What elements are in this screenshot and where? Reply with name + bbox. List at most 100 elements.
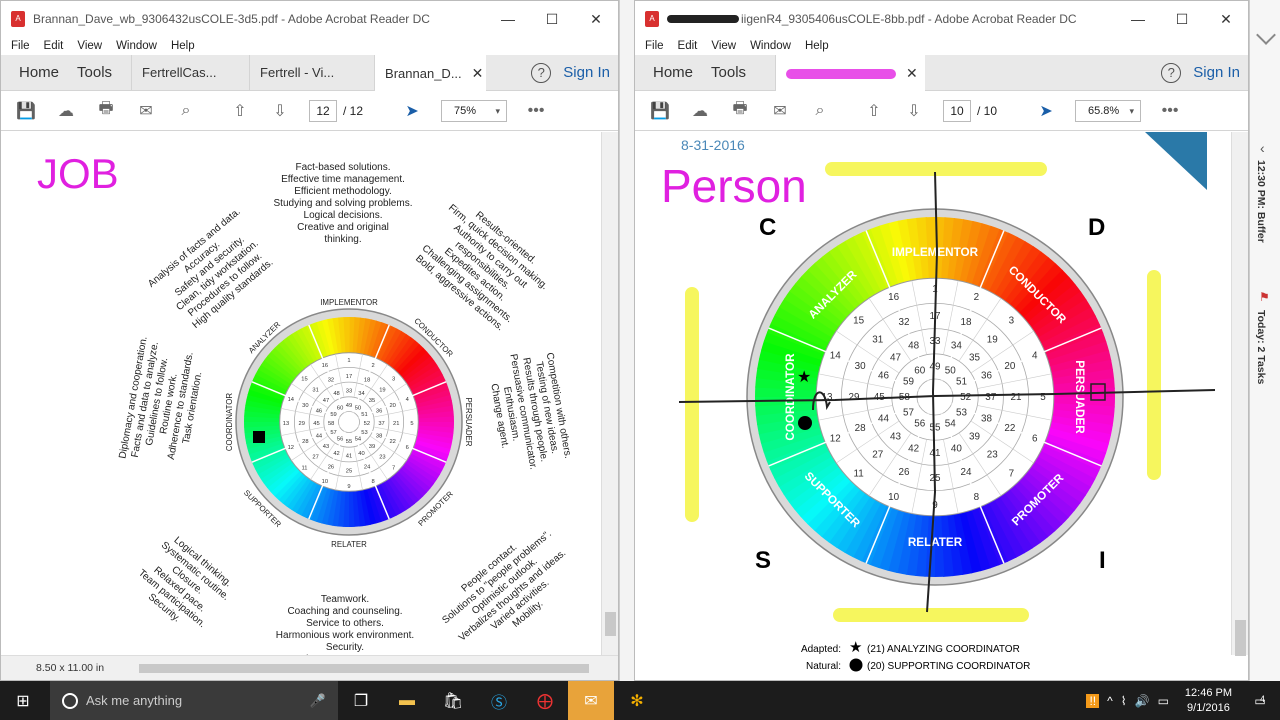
chevron-icon[interactable]: ‹ (1260, 140, 1265, 156)
tab-tools[interactable]: Tools (68, 64, 121, 81)
maximize-icon[interactable]: ☐ (1160, 11, 1204, 28)
close-icon[interactable]: ✕ (1204, 11, 1248, 28)
microphone-icon[interactable]: 🎤 (310, 693, 326, 709)
document-view[interactable]: 8-31-2016 Person C D S I 1 2 3 4 5 6 7 8 9 10 11 12… (635, 132, 1248, 680)
close-icon[interactable]: ✕ (574, 11, 618, 28)
print-icon[interactable]: 🖶 (729, 100, 751, 122)
minimize-icon[interactable]: — (1116, 11, 1160, 27)
tab-document-active[interactable]: Brannan_D... ✕ (374, 54, 487, 91)
file-explorer-icon[interactable]: ▬ (384, 681, 430, 720)
menu-window[interactable]: Window (750, 40, 791, 52)
menu-help[interactable]: Help (805, 40, 829, 52)
collapse-icon[interactable] (1256, 25, 1276, 45)
sign-in-link[interactable]: Sign In (563, 64, 610, 81)
tab-document[interactable]: Fertrell - Vi... (249, 54, 374, 91)
wheel-number: 30 (302, 403, 308, 409)
notification-icon[interactable]: ▭ 4 (1240, 694, 1280, 708)
help-icon[interactable]: ? (1161, 62, 1182, 83)
network-icon[interactable]: ▭ (1158, 694, 1169, 708)
acrobat-icon[interactable]: ⨁ (522, 681, 568, 720)
tab-document-active[interactable]: ✕ (775, 54, 926, 91)
task-view-icon[interactable]: ❐ (338, 681, 384, 720)
menu-window[interactable]: Window (116, 40, 157, 52)
reminder-tasks[interactable]: Today: 2 Tasks (1255, 310, 1267, 384)
print-icon[interactable]: 🖶 (95, 100, 117, 122)
wheel-number: 39 (969, 431, 980, 442)
skype-icon[interactable]: Ⓢ (476, 681, 522, 720)
clock[interactable]: 12:46 PM 9/1/2016 (1185, 686, 1232, 716)
page-down-icon[interactable]: ⇩ (269, 100, 291, 122)
page-down-icon[interactable]: ⇩ (903, 100, 925, 122)
minimize-icon[interactable]: — (486, 11, 530, 27)
side-panel-collapsed[interactable] (619, 0, 634, 681)
tray-chevron-icon[interactable]: ^ (1107, 694, 1113, 708)
wheel-number: 46 (316, 409, 322, 415)
upload-icon[interactable]: ☁ (55, 100, 77, 122)
zoom-select[interactable]: 75% (441, 99, 508, 122)
help-icon[interactable]: ? (531, 62, 552, 83)
app-icon[interactable]: ✻ (614, 681, 660, 720)
email-icon[interactable]: ✉ (769, 100, 791, 122)
tab-document[interactable]: FertrellCas... (131, 54, 249, 91)
horizontal-scrollbar[interactable]: 8.50 x 11.00 in (1, 655, 618, 680)
cortana-search[interactable]: Ask me anything 🎤 (50, 681, 338, 720)
wheel-number: 11 (854, 468, 865, 479)
dot-icon (849, 658, 863, 672)
menu-edit[interactable]: Edit (44, 40, 64, 52)
wheel-number: 29 (849, 392, 860, 403)
page-up-icon[interactable]: ⇧ (863, 100, 885, 122)
sign-in-link[interactable]: Sign In (1193, 64, 1240, 81)
windows-start-icon[interactable]: ⊞ (0, 681, 46, 720)
wheel-number: 28 (855, 423, 866, 434)
document-view[interactable]: JOB 1 2 3 4 5 6 7 8 9 10 11 12 13 14 15 16 17 18 19 20 21 22 2… (1, 132, 618, 680)
wheel-number: 44 (878, 413, 889, 424)
wheel-number: 25 (346, 468, 352, 474)
page-total: / 10 (977, 103, 998, 118)
tab-tools[interactable]: Tools (702, 64, 755, 81)
menu-file[interactable]: File (645, 40, 664, 52)
page-number-input[interactable]: 10 (943, 99, 971, 122)
page-number-input[interactable]: 12 (309, 99, 337, 122)
wheel-number: 20 (1004, 361, 1015, 372)
menu-view[interactable]: View (711, 40, 736, 52)
tab-home[interactable]: Home (635, 64, 702, 81)
tab-home[interactable]: Home (1, 64, 68, 81)
upload-icon[interactable]: ☁ (689, 100, 711, 122)
wifi-icon[interactable]: ⌇ (1121, 694, 1127, 708)
wheel-number: 32 (328, 377, 334, 383)
menu-bar: File Edit View Window Help (635, 37, 1248, 54)
menu-help[interactable]: Help (171, 40, 195, 52)
email-icon[interactable]: ✉ (135, 100, 157, 122)
vertical-scrollbar[interactable] (1231, 132, 1248, 656)
search-icon[interactable]: ⌕ (809, 100, 831, 122)
tray-app-icon[interactable]: !! (1086, 693, 1100, 708)
select-cursor-icon[interactable]: ➤ (401, 100, 423, 122)
scroll-thumb[interactable] (139, 664, 589, 673)
vertical-scrollbar[interactable] (601, 132, 618, 655)
close-tab-icon[interactable]: ✕ (472, 65, 484, 81)
menu-edit[interactable]: Edit (678, 40, 698, 52)
wheel-number: 57 (330, 430, 336, 436)
scroll-thumb[interactable] (605, 612, 616, 636)
page-up-icon[interactable]: ⇧ (229, 100, 251, 122)
wheel-number: 54 (945, 419, 956, 430)
wheel-number: 21 (393, 421, 399, 427)
save-icon[interactable]: 💾 (15, 100, 37, 122)
select-cursor-icon[interactable]: ➤ (1035, 100, 1057, 122)
volume-icon[interactable]: 🔊 (1135, 694, 1150, 708)
close-tab-icon[interactable]: ✕ (906, 65, 918, 81)
wheel-number: 48 (333, 391, 339, 397)
menu-view[interactable]: View (77, 40, 102, 52)
outlook-icon[interactable]: ✉ (568, 681, 614, 720)
reminder-buffer[interactable]: 12:30 PM: Buffer (1255, 160, 1267, 243)
save-icon[interactable]: 💾 (649, 100, 671, 122)
search-icon[interactable]: ⌕ (175, 100, 197, 122)
menu-file[interactable]: File (11, 40, 30, 52)
more-icon[interactable]: ••• (525, 100, 547, 122)
scroll-thumb[interactable] (1235, 620, 1246, 656)
description-line: Fact-based solutions. (295, 162, 390, 173)
store-icon[interactable]: 🛍 (430, 681, 476, 720)
zoom-select[interactable]: 65.8% (1075, 99, 1142, 122)
more-icon[interactable]: ••• (1159, 100, 1181, 122)
maximize-icon[interactable]: ☐ (530, 11, 574, 28)
